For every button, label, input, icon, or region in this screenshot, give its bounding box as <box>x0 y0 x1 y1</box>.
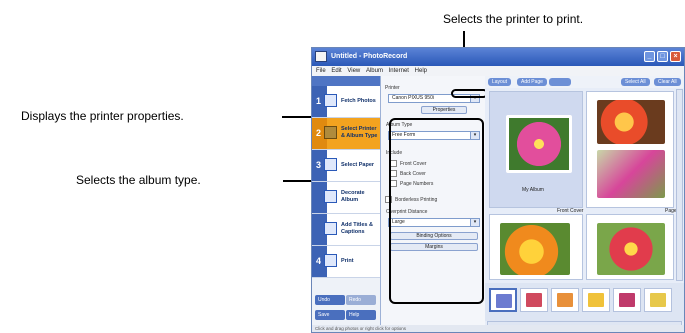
layout-toolbar: Layout Add Page Select All Clear All <box>485 76 684 88</box>
page-photo-bottom-2[interactable] <box>597 223 665 275</box>
maximize-button[interactable]: □ <box>657 51 668 62</box>
photorecord-window: Untitled - PhotoRecord _ □ × File Edit V… <box>311 47 685 333</box>
select-paper-icon <box>324 158 337 171</box>
select-printer-icon <box>324 126 337 139</box>
callout-properties: Displays the printer properties. <box>21 109 184 123</box>
thumbnail-4[interactable] <box>582 288 610 312</box>
app-icon <box>315 51 327 62</box>
thumbnail-5[interactable] <box>613 288 641 312</box>
page-left-bottom[interactable] <box>489 214 583 280</box>
callout-album-type: Selects the album type. <box>76 173 201 187</box>
page-photo-bottom-1[interactable] <box>500 223 570 275</box>
close-button[interactable]: × <box>670 51 681 62</box>
layout-area: Layout Add Page Select All Clear All My … <box>485 76 684 332</box>
menu-view[interactable]: View <box>347 68 360 74</box>
add-titles-icon <box>324 222 337 235</box>
status-bar: Click and drag photos or right click for… <box>312 325 684 332</box>
callout-printer: Selects the printer to print. <box>443 12 584 26</box>
minimize-button[interactable]: _ <box>644 51 655 62</box>
redo-button[interactable]: Redo <box>346 295 376 305</box>
vertical-scrollbar[interactable] <box>676 89 683 281</box>
step-decorate-album[interactable]: Decorate Album <box>312 182 380 214</box>
title-bar: Untitled - PhotoRecord _ □ × <box>312 48 684 66</box>
steps-header <box>312 76 380 86</box>
save-button[interactable]: Save <box>315 310 345 320</box>
menu-help[interactable]: Help <box>415 68 427 74</box>
steps-panel: 1 Fetch Photos 2 Select Printer & Album … <box>312 76 381 332</box>
thumbnail-6[interactable] <box>644 288 672 312</box>
page-photo-top-1[interactable] <box>597 100 665 144</box>
properties-button[interactable]: Properties <box>421 106 467 114</box>
help-button[interactable]: Help <box>346 310 376 320</box>
printer-caption: Printer <box>385 85 400 91</box>
print-icon <box>324 254 337 267</box>
window-title: Untitled - PhotoRecord <box>331 53 408 60</box>
menu-edit[interactable]: Edit <box>331 68 341 74</box>
menu-album[interactable]: Album <box>366 68 383 74</box>
add-page-button[interactable]: Add Page <box>517 78 547 86</box>
thumbnail-3[interactable] <box>551 288 579 312</box>
front-cover-page[interactable]: My Album <box>489 91 583 208</box>
clear-all-button[interactable]: Clear All <box>654 78 681 86</box>
step-select-paper[interactable]: 3 Select Paper <box>312 150 380 182</box>
undo-button[interactable]: Undo <box>315 295 345 305</box>
thumbnail-1[interactable] <box>489 288 517 312</box>
page-right-top[interactable] <box>586 91 674 208</box>
menu-bar: File Edit View Album Internet Help <box>312 66 684 76</box>
thumbnail-2[interactable] <box>520 288 548 312</box>
thumbnail-strip <box>485 283 684 321</box>
page-photo-top-2[interactable] <box>597 150 665 198</box>
properties-highlight <box>451 89 488 98</box>
page-right-bottom[interactable] <box>586 214 674 280</box>
layout-button[interactable]: Layout <box>488 78 512 86</box>
album-settings-highlight <box>389 118 484 304</box>
cover-photo[interactable] <box>506 115 572 173</box>
step-select-printer[interactable]: 2 Select Printer & Album Type <box>312 118 380 150</box>
select-all-button[interactable]: Select All <box>621 78 650 86</box>
step-add-titles[interactable]: Add Titles & Captions <box>312 214 380 246</box>
menu-file[interactable]: File <box>316 68 326 74</box>
view-toggle-button[interactable] <box>549 78 571 86</box>
decorate-album-icon <box>324 190 337 203</box>
album-title: My Album <box>522 187 544 193</box>
step-print[interactable]: 4 Print <box>312 246 380 278</box>
step-fetch-photos[interactable]: 1 Fetch Photos <box>312 86 380 118</box>
menu-internet[interactable]: Internet <box>389 68 409 74</box>
fetch-photos-icon <box>324 94 337 107</box>
